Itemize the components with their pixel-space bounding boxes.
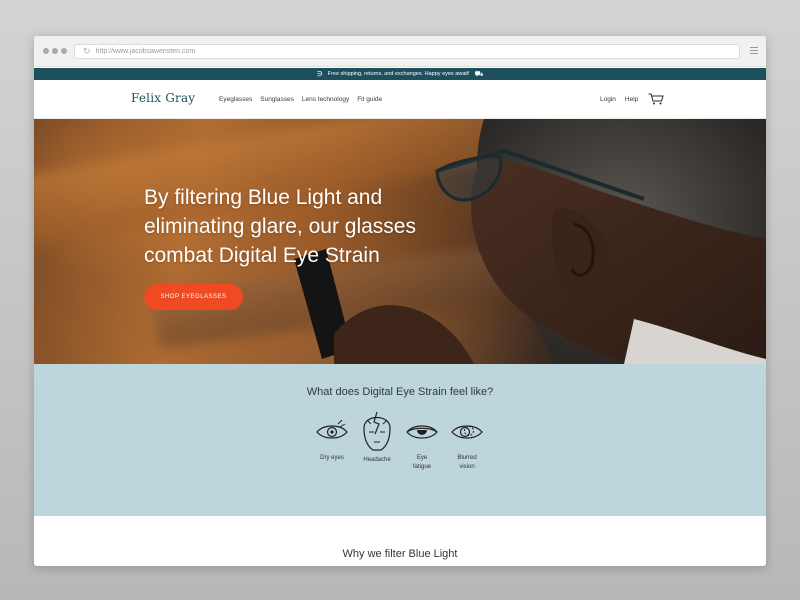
nav-sunglasses[interactable]: Sunglasses [260, 96, 294, 103]
symptom-headache: Headache [352, 411, 402, 465]
address-bar[interactable]: ↻ http://www.jacobsawensten.com [74, 44, 740, 59]
blurred-vision-icon [451, 425, 483, 439]
url-text[interactable]: http://www.jacobsawensten.com [96, 48, 196, 55]
window-controls[interactable] [43, 48, 67, 54]
symptom-eye-fatigue: Eye fatigue [397, 418, 447, 472]
symptom-label: Headache [363, 457, 391, 463]
truck-icon: ⛟ [474, 70, 484, 78]
dry-eye-icon [316, 419, 348, 439]
eye-fatigue-icon [406, 425, 438, 439]
symptoms-title: What does Digital Eye Strain feel like? [306, 386, 494, 398]
reload-icon[interactable]: ↻ [83, 47, 91, 56]
brand-logo[interactable]: Felix Gray [131, 91, 195, 105]
site-header: Felix Gray Eyeglasses Sunglasses Lens te… [34, 80, 766, 119]
minimize-dot[interactable] [52, 48, 58, 54]
browser-window: ↻ http://www.jacobsawensten.com ∋ Free s… [34, 36, 766, 566]
why-title: Why we filter Blue Light [342, 548, 458, 560]
nav-fit-guide[interactable]: Fit guide [357, 96, 382, 103]
glasses-icon: ∋ [316, 70, 323, 78]
cart-icon[interactable] [648, 93, 664, 105]
help-link[interactable]: Help [625, 96, 638, 103]
symptom-label: Eye fatigue [412, 455, 431, 470]
close-dot[interactable] [43, 48, 49, 54]
promo-banner: ∋ Free shipping, returns, and exchanges.… [34, 68, 766, 80]
nav-eyeglasses[interactable]: Eyeglasses [219, 96, 252, 103]
hero-banner: By filtering Blue Light and eliminating … [34, 119, 766, 364]
nav-lens-technology[interactable]: Lens technology [302, 96, 349, 103]
symptom-label: Dry eyes [320, 455, 344, 461]
promo-text: Free shipping, returns, and exchanges. H… [327, 71, 470, 77]
headache-icon [363, 411, 391, 451]
main-nav: Eyeglasses Sunglasses Lens technology Fi… [219, 96, 382, 103]
why-section: Why we filter Blue Light [34, 516, 766, 566]
maximize-dot[interactable] [61, 48, 67, 54]
hero-headline: By filtering Blue Light and eliminating … [144, 186, 416, 267]
browser-toolbar: ↻ http://www.jacobsawensten.com [34, 36, 766, 67]
account-nav: Login Help [600, 96, 638, 103]
login-link[interactable]: Login [600, 96, 616, 103]
hamburger-menu-icon[interactable] [750, 47, 758, 56]
symptom-blurred-vision: Blurred vision [442, 418, 492, 472]
symptom-label: Blurred vision [457, 455, 477, 470]
symptom-dry-eyes: Dry eyes [307, 418, 357, 463]
shop-eyeglasses-button[interactable]: SHOP EYEGLASSES [144, 284, 243, 310]
symptoms-section: What does Digital Eye Strain feel like? … [34, 364, 766, 516]
